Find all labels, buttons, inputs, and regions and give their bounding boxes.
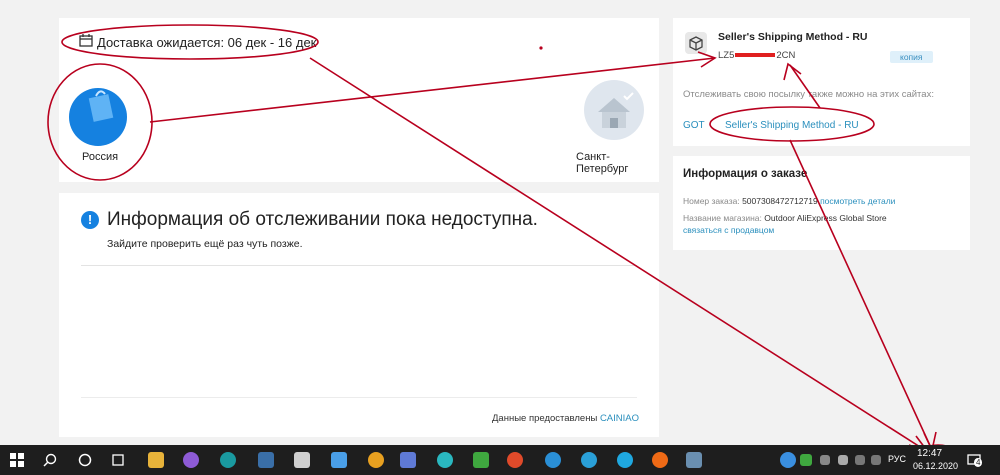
- divider: [81, 265, 637, 266]
- clock-date[interactable]: 06.12.2020: [913, 461, 958, 471]
- order-number-label: Номер заказа:: [683, 196, 740, 206]
- order-number-row: Номер заказа: 5007308472712719 посмотрет…: [683, 196, 895, 206]
- shipping-method-card: Seller's Shipping Method - RU LZ5 2CN коп…: [673, 18, 970, 146]
- task-view-icon[interactable]: [110, 452, 126, 468]
- data-provider: Данные предоставлены CAINIAO: [492, 413, 639, 424]
- app-icon[interactable]: [437, 452, 453, 468]
- clock-time[interactable]: 12:47: [917, 448, 942, 459]
- shopping-bag-icon: [88, 90, 114, 122]
- provided-by-label: Данные предоставлены: [491, 413, 598, 424]
- telegram-icon[interactable]: [581, 452, 597, 468]
- tray-app-icon[interactable]: [820, 455, 830, 465]
- media-player-icon[interactable]: [258, 452, 274, 468]
- torrent-icon[interactable]: [473, 452, 489, 468]
- tray-app-icon[interactable]: [800, 454, 812, 466]
- shipping-method-title: Seller's Shipping Method - RU: [718, 31, 868, 43]
- copy-tracking-button[interactable]: копия: [890, 51, 933, 63]
- package-icon: [685, 32, 707, 54]
- view-details-link[interactable]: посмотреть детали: [820, 196, 895, 206]
- save-disk-icon[interactable]: [400, 452, 416, 468]
- order-info-card: Информация о заказе Номер заказа: 500730…: [673, 156, 970, 250]
- origin-globe-icon: [69, 88, 127, 146]
- chrome-icon[interactable]: [507, 452, 523, 468]
- also-track-hint: Отслеживать свою посылку также можно на …: [683, 89, 934, 100]
- destination-house-icon: [584, 80, 644, 140]
- wifi-icon[interactable]: [855, 455, 865, 465]
- store-name-label: Название магазина:: [683, 213, 762, 223]
- notifications-icon[interactable]: 4: [966, 452, 983, 468]
- skype-icon[interactable]: [617, 452, 633, 468]
- got-tracking-link[interactable]: GOT: [683, 120, 705, 131]
- tracking-unavailable-title: Информация об отслеживании пока недоступ…: [107, 209, 538, 230]
- warning-app-icon[interactable]: [368, 452, 384, 468]
- tracking-suffix: 2CN: [776, 50, 796, 61]
- arduino-icon[interactable]: [220, 452, 236, 468]
- divider: [81, 397, 637, 398]
- redaction-mark: [735, 53, 776, 58]
- drive-icon[interactable]: [331, 452, 347, 468]
- app-icon[interactable]: [545, 452, 561, 468]
- contact-seller-link[interactable]: связаться с продавцом: [683, 225, 774, 235]
- file-explorer-icon[interactable]: [148, 452, 164, 468]
- paint-icon[interactable]: [686, 452, 702, 468]
- tray-chevron-icon[interactable]: [838, 455, 848, 465]
- destination-label: Санкт-Петербург: [576, 151, 629, 175]
- info-exclamation-icon: !: [81, 211, 99, 229]
- store-name-row: Название магазина: Outdoor AliExpress Gl…: [683, 213, 887, 223]
- windows-taskbar: РУС 12:47 06.12.2020 4: [0, 445, 1000, 475]
- fox-icon[interactable]: [294, 452, 310, 468]
- seller-shipping-link[interactable]: Seller's Shipping Method - RU: [725, 120, 859, 131]
- tracking-info-card: ! Информация об отслеживании пока недост…: [59, 193, 659, 437]
- origin-label: Россия: [82, 151, 119, 163]
- tracking-prefix: LZ5: [718, 50, 735, 61]
- search-icon[interactable]: [42, 452, 58, 468]
- windows-start-icon[interactable]: [10, 453, 24, 467]
- help-icon[interactable]: [780, 452, 796, 468]
- tracking-unavailable-subtitle: Зайдите проверить ещё раз чуть позже.: [107, 238, 303, 250]
- app-icon[interactable]: [183, 452, 199, 468]
- firefox-icon[interactable]: [652, 452, 668, 468]
- tracking-number: LZ5 2CN: [718, 50, 795, 61]
- delivery-estimate: Доставка ожидается: 06 дек - 16 дек: [97, 35, 317, 50]
- house-icon: [598, 92, 634, 128]
- provider-link[interactable]: CAINIAO: [600, 413, 639, 424]
- order-info-title: Информация о заказе: [683, 168, 808, 180]
- volume-icon[interactable]: [871, 455, 881, 465]
- store-name-value: Outdoor AliExpress Global Store: [764, 213, 887, 223]
- language-indicator[interactable]: РУС: [888, 454, 906, 464]
- delivery-card: Доставка ожидается: 06 дек - 16 дек Росс…: [59, 18, 659, 182]
- cortana-icon[interactable]: [77, 452, 93, 468]
- order-number-value: 5007308472712719: [742, 196, 818, 206]
- package-calendar-icon: [79, 34, 93, 47]
